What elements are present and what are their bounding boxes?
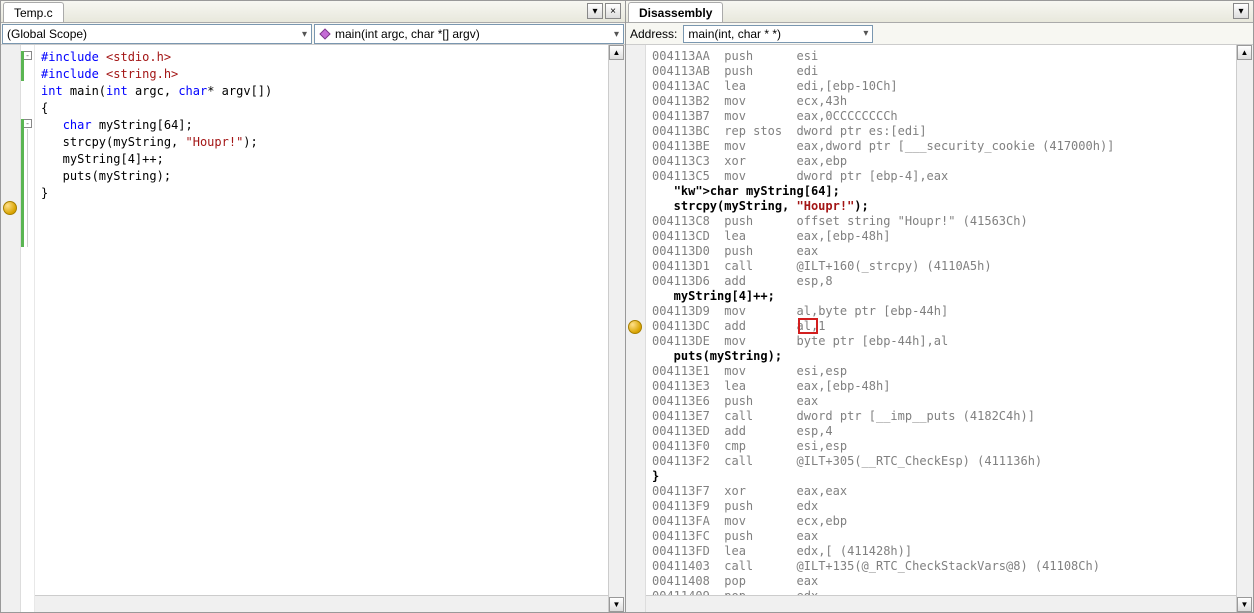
disasm-line: 00411403 call @ILT+135(@_RTC_CheckStackV…	[652, 559, 1230, 574]
disasm-code-area[interactable]: 004113AA push esi004113AB push edi004113…	[626, 45, 1253, 612]
code-line: char myString[64];	[41, 117, 602, 134]
horizontal-scrollbar[interactable]	[646, 595, 1236, 612]
disasm-line: 004113D9 mov al,byte ptr [ebp-44h]	[652, 304, 1230, 319]
disasm-gutter[interactable]	[626, 45, 646, 612]
scroll-down-icon[interactable]: ▼	[1237, 597, 1252, 612]
disasm-line: 004113E6 push eax	[652, 394, 1230, 409]
source-tab-row: Temp.c ▾ ×	[1, 1, 625, 23]
disasm-line: 004113B2 mov ecx,43h	[652, 94, 1230, 109]
disasm-line: 004113FD lea edx,[ (411428h)]	[652, 544, 1230, 559]
disasm-line: 004113F9 push edx	[652, 499, 1230, 514]
disasm-line: 004113E1 mov esi,esp	[652, 364, 1230, 379]
disasm-source-line: myString[4]++;	[652, 289, 1230, 304]
code-line: {	[41, 100, 602, 117]
code-line: strcpy(myString, "Houpr!");	[41, 134, 602, 151]
disasm-line: 004113D0 push eax	[652, 244, 1230, 259]
disasm-line: 004113AC lea edi,[ebp-10Ch]	[652, 79, 1230, 94]
change-bar	[21, 119, 24, 247]
address-label: Address:	[630, 27, 677, 41]
code-line: }	[41, 185, 602, 202]
source-code-area[interactable]: - - #include <stdio.h>#include <string.h…	[1, 45, 625, 612]
collapse-icon[interactable]: -	[23, 51, 32, 60]
breakpoint-gutter[interactable]	[1, 45, 21, 612]
scope-dropdown[interactable]: (Global Scope)	[2, 24, 312, 44]
disasm-line: 004113B7 mov eax,0CCCCCCCCh	[652, 109, 1230, 124]
disasm-line: 004113C8 push offset string "Houpr!" (41…	[652, 214, 1230, 229]
change-bar	[21, 51, 24, 81]
disasm-line: 004113F7 xor eax,eax	[652, 484, 1230, 499]
disasm-source-line: }	[652, 469, 1230, 484]
vertical-scrollbar[interactable]: ▲ ▼	[608, 45, 625, 612]
disasm-line: 004113E3 lea eax,[ebp-48h]	[652, 379, 1230, 394]
scope-value: (Global Scope)	[7, 27, 87, 41]
disasm-source-line: "kw">char myString[64];	[652, 184, 1230, 199]
disasm-line: 004113C3 xor eax,ebp	[652, 154, 1230, 169]
disasm-line: 004113AB push edi	[652, 64, 1230, 79]
disasm-line: 004113DC add al,1	[652, 319, 1230, 334]
horizontal-scrollbar[interactable]	[35, 595, 608, 612]
address-row: Address: main(int, char * *)	[626, 23, 1253, 45]
code-line: int main(int argc, char* argv[])	[41, 83, 602, 100]
disasm-line: 004113F2 call @ILT+305(__RTC_CheckEsp) (…	[652, 454, 1230, 469]
disassembly-pane: Disassembly ▾ Address: main(int, char * …	[626, 0, 1254, 613]
breakpoint-icon[interactable]	[3, 201, 17, 215]
highlight-box	[798, 318, 818, 334]
source-body[interactable]: #include <stdio.h>#include <string.h>int…	[35, 45, 608, 612]
source-nav-row: (Global Scope) main(int argc, char *[] a…	[1, 23, 625, 45]
disasm-line: 004113F0 cmp esi,esp	[652, 439, 1230, 454]
source-editor-pane: Temp.c ▾ × (Global Scope) main(int argc,…	[0, 0, 626, 613]
code-line: puts(myString);	[41, 168, 602, 185]
disasm-line: 004113ED add esp,4	[652, 424, 1230, 439]
scroll-up-icon[interactable]: ▲	[609, 45, 624, 60]
outline-line	[27, 129, 28, 247]
disasm-line: 004113DE mov byte ptr [ebp-44h],al	[652, 334, 1230, 349]
outline-column[interactable]: - -	[21, 45, 35, 612]
disasm-line: 004113BC rep stos dword ptr es:[edi]	[652, 124, 1230, 139]
disasm-source-line: puts(myString);	[652, 349, 1230, 364]
tab-close-icon[interactable]: ×	[605, 3, 621, 19]
disasm-line: 004113E7 call dword ptr [__imp__puts (41…	[652, 409, 1230, 424]
address-input[interactable]: main(int, char * *)	[683, 25, 873, 43]
disasm-line: 004113C5 mov dword ptr [ebp-4],eax	[652, 169, 1230, 184]
code-line: #include <stdio.h>	[41, 49, 602, 66]
disasm-line: 004113FC push eax	[652, 529, 1230, 544]
disasm-tab[interactable]: Disassembly	[628, 2, 723, 22]
function-value: main(int argc, char *[] argv)	[335, 27, 480, 41]
code-line: #include <string.h>	[41, 66, 602, 83]
tab-dropdown-icon[interactable]: ▾	[1233, 3, 1249, 19]
disasm-line: 004113FA mov ecx,ebp	[652, 514, 1230, 529]
address-value: main(int, char * *)	[688, 27, 781, 41]
tab-dropdown-icon[interactable]: ▾	[587, 3, 603, 19]
disasm-line: 004113D6 add esp,8	[652, 274, 1230, 289]
code-line: myString[4]++;	[41, 151, 602, 168]
disasm-tab-row: Disassembly ▾	[626, 1, 1253, 23]
function-dropdown[interactable]: main(int argc, char *[] argv)	[314, 24, 624, 44]
disasm-line: 004113D1 call @ILT+160(_strcpy) (4110A5h…	[652, 259, 1230, 274]
disasm-line: 004113BE mov eax,dword ptr [___security_…	[652, 139, 1230, 154]
collapse-icon[interactable]: -	[23, 119, 32, 128]
disasm-body[interactable]: 004113AA push esi004113AB push edi004113…	[646, 45, 1236, 612]
disasm-line: 00411408 pop eax	[652, 574, 1230, 589]
function-icon	[319, 28, 330, 39]
scroll-down-icon[interactable]: ▼	[609, 597, 624, 612]
source-tab[interactable]: Temp.c	[3, 2, 64, 22]
disasm-source-line: strcpy(myString, "Houpr!");	[652, 199, 1230, 214]
breakpoint-icon[interactable]	[628, 320, 642, 334]
vertical-scrollbar[interactable]: ▲ ▼	[1236, 45, 1253, 612]
disasm-line: 004113AA push esi	[652, 49, 1230, 64]
scroll-up-icon[interactable]: ▲	[1237, 45, 1252, 60]
disasm-line: 004113CD lea eax,[ebp-48h]	[652, 229, 1230, 244]
